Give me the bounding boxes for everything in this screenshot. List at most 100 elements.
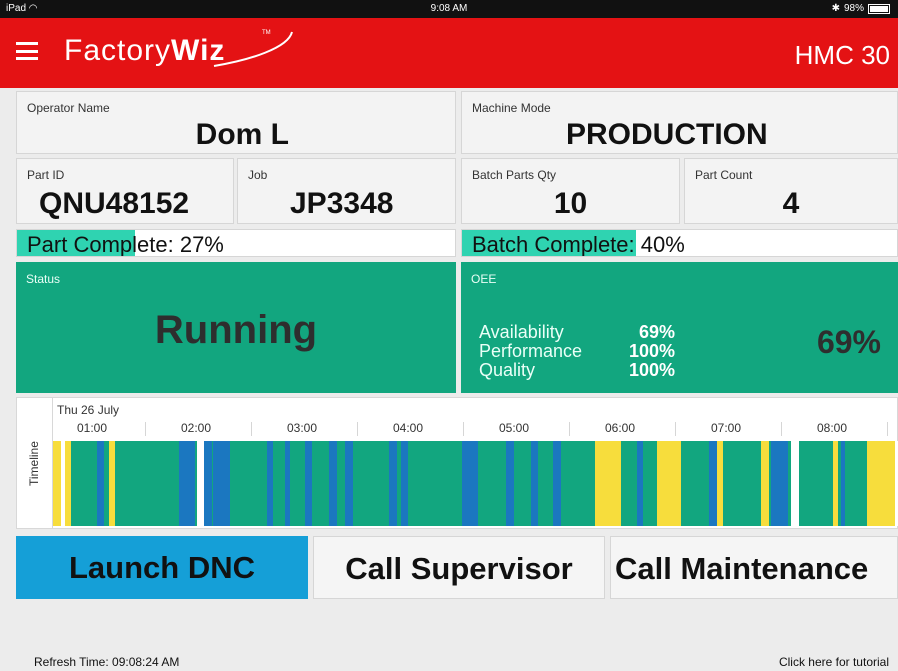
tutorial-link[interactable]: Click here for tutorial: [779, 655, 889, 669]
quality-label: Quality: [479, 360, 536, 380]
trademark-mark: TM: [262, 30, 271, 36]
part-complete-progress: Part Complete: 27%: [16, 229, 456, 257]
machine-mode-card: Machine Mode PRODUCTION: [461, 91, 898, 154]
timeline-segment-setup: [506, 441, 514, 526]
timeline-segment-setup: [204, 441, 212, 526]
timeline-segment-idle: [833, 441, 838, 526]
timeline-segment-setup: [637, 441, 643, 526]
timeline-segment-setup: [213, 441, 230, 526]
timeline-tick: 08:00: [817, 421, 848, 435]
logo-swoosh-icon: [213, 31, 293, 67]
ios-status-bar: iPad ◠ 9:08 AM ✱ 98%: [0, 0, 898, 18]
part-complete-text: Part Complete: 27%: [27, 232, 224, 257]
timeline-segment-idle: [109, 441, 115, 526]
part-count-label: Part Count: [695, 168, 753, 182]
status-value: Running: [154, 308, 318, 352]
clock: 9:08 AM: [430, 3, 468, 14]
oee-panel: OEE Availability Performance Quality 69%…: [461, 262, 898, 393]
launch-dnc-button[interactable]: Launch DNC: [16, 536, 308, 599]
timeline-label: Timeline: [27, 441, 41, 486]
timeline-gridline: [251, 422, 252, 436]
timeline-segment-setup: [97, 441, 104, 526]
timeline-side: Timeline: [17, 398, 53, 528]
call-maintenance-button[interactable]: Call Maintenance: [610, 536, 898, 599]
timeline-segment-idle: [867, 441, 895, 526]
timeline-gridline: [357, 422, 358, 436]
timeline-segment-idle: [717, 441, 723, 526]
timeline-segment-setup: [709, 441, 717, 526]
part-id-value: QNU48152: [39, 187, 190, 220]
timeline-tick: 04:00: [393, 421, 424, 435]
timeline-segment-setup: [531, 441, 538, 526]
part-id-label: Part ID: [27, 168, 65, 182]
timeline-gridline: [887, 422, 888, 436]
timeline-segment-off: [197, 441, 204, 526]
timeline-segment-setup: [401, 441, 408, 526]
timeline-tick: 01:00: [77, 421, 108, 435]
batch-complete-text: Batch Complete: 40%: [472, 232, 685, 257]
timeline-date: Thu 26 July: [57, 403, 120, 417]
oee-label: OEE: [471, 272, 497, 286]
performance-value: 100%: [628, 341, 675, 361]
timeline-segment-setup: [345, 441, 353, 526]
timeline-segment-idle: [657, 441, 681, 526]
timeline-segment-setup: [841, 441, 845, 526]
batch-parts-qty-value: 10: [553, 187, 588, 220]
call-supervisor-button[interactable]: Call Supervisor: [313, 536, 605, 599]
timeline-gridline: [145, 422, 146, 436]
availability-value: 69%: [638, 322, 675, 342]
part-count-card: Part Count 4: [684, 158, 898, 224]
oee-metric-labels: Availability Performance Quality: [479, 323, 582, 380]
timeline-tick: 03:00: [287, 421, 318, 435]
hamburger-menu-icon[interactable]: [16, 42, 38, 60]
battery-icon: [868, 3, 890, 14]
availability-label: Availability: [479, 322, 564, 342]
timeline-segment-off: [791, 441, 799, 526]
operator-name-value: Dom L: [195, 118, 289, 151]
timeline-segment-setup: [389, 441, 397, 526]
bluetooth-icon: ✱: [831, 3, 840, 14]
timeline-segment-idle: [595, 441, 621, 526]
timeline-gridline: [463, 422, 464, 436]
status-panel: Status Running: [16, 262, 456, 393]
batch-complete-progress: Batch Complete: 40%: [461, 229, 898, 257]
timeline-segment-setup: [267, 441, 273, 526]
timeline-gridline: [781, 422, 782, 436]
operator-name-label: Operator Name: [27, 101, 110, 115]
timeline-tick: 07:00: [711, 421, 742, 435]
timeline-panel: Timeline Thu 26 July 01:00 02:00 03:00 0…: [16, 397, 898, 529]
timeline-gridline: [675, 422, 676, 436]
timeline-segment-setup: [462, 441, 478, 526]
job-value: JP3348: [290, 187, 394, 220]
part-id-card: Part ID QNU48152: [16, 158, 234, 224]
app-header: FactoryWiz TM HMC 30: [0, 18, 898, 88]
timeline-segment-setup: [305, 441, 312, 526]
part-count-value: 4: [782, 187, 800, 220]
oee-metric-values: 69% 100% 100%: [611, 323, 675, 380]
batch-parts-qty-label: Batch Parts Qty: [472, 168, 557, 182]
timeline-segment-setup: [179, 441, 195, 526]
batch-parts-qty-card: Batch Parts Qty 10: [461, 158, 680, 224]
timeline-tick: 05:00: [499, 421, 530, 435]
timeline-tick: 02:00: [181, 421, 212, 435]
timeline-segment-setup: [553, 441, 561, 526]
machine-mode-label: Machine Mode: [472, 101, 551, 115]
timeline-bars: [53, 441, 898, 526]
operator-name-card: Operator Name Dom L: [16, 91, 456, 154]
job-label: Job: [248, 168, 268, 182]
machine-name: HMC 30: [794, 40, 890, 70]
quality-value: 100%: [628, 360, 675, 380]
factorywiz-logo: FactoryWiz: [64, 34, 226, 67]
oee-total-value: 69%: [816, 324, 881, 360]
timeline-segment-idle: [53, 441, 61, 526]
performance-label: Performance: [479, 341, 583, 361]
timeline-segment-setup: [285, 441, 290, 526]
timeline-tick: 06:00: [605, 421, 636, 435]
refresh-time: Refresh Time: 09:08:24 AM: [34, 655, 180, 669]
timeline-gridline: [569, 422, 570, 436]
timeline-segment-idle: [761, 441, 769, 526]
machine-mode-value: PRODUCTION: [566, 118, 768, 151]
battery-status: ✱ 98%: [832, 3, 890, 14]
timeline-segment-setup: [329, 441, 337, 526]
status-label: Status: [26, 272, 61, 286]
